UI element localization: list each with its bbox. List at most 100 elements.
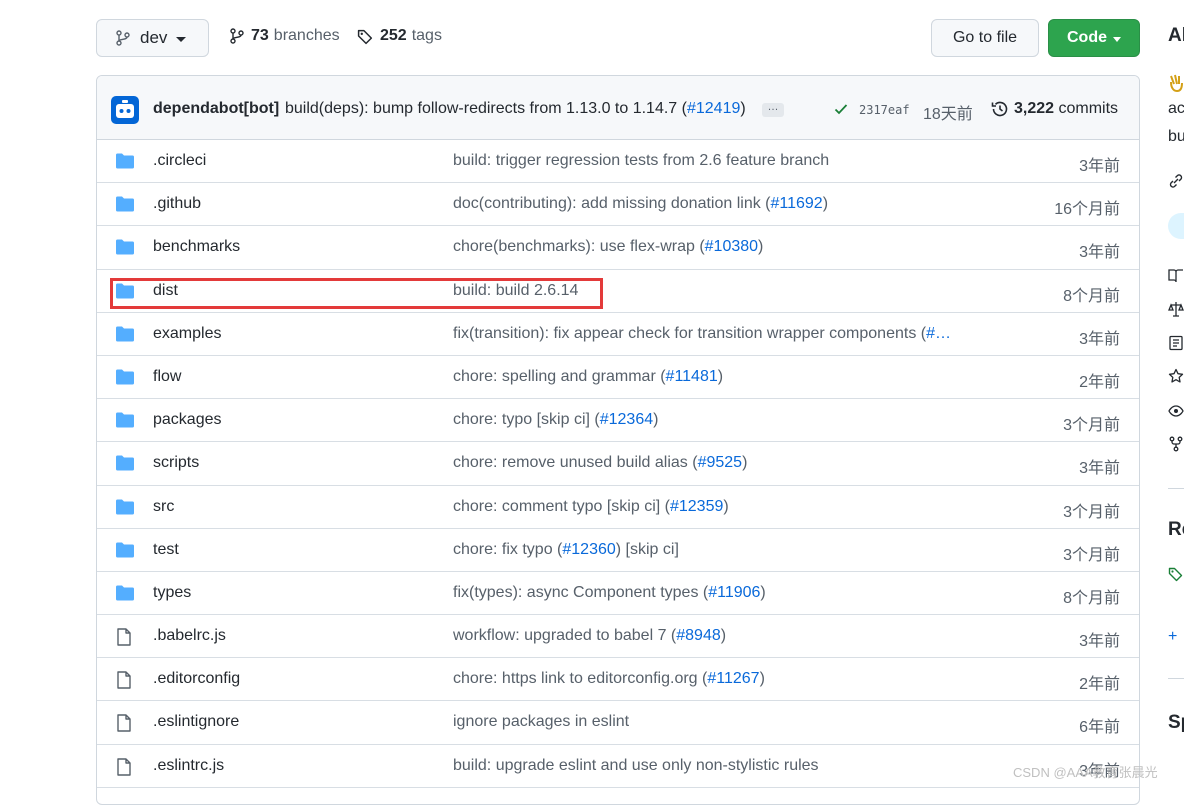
commits-label: commits bbox=[1058, 100, 1119, 117]
file-row: .github doc(contributing): add missing d… bbox=[97, 183, 1139, 227]
commits-link[interactable]: 3,222 commits bbox=[1014, 100, 1118, 118]
file-commit-message[interactable]: chore: fix typo (#12360) [skip ci] bbox=[453, 541, 679, 559]
tag-icon bbox=[1168, 567, 1183, 582]
folder-icon bbox=[116, 455, 134, 476]
file-name-link[interactable]: .babelrc.js bbox=[153, 627, 226, 645]
commits-count: 3,222 bbox=[1014, 100, 1055, 117]
code-button[interactable]: Code bbox=[1048, 19, 1140, 57]
file-name-link[interactable]: flow bbox=[153, 368, 181, 386]
file-commit-message-text: workflow: upgraded to babel 7 ( bbox=[453, 627, 677, 645]
file-name-link[interactable]: benchmarks bbox=[153, 238, 240, 256]
file-commit-pr-link[interactable]: #… bbox=[926, 325, 951, 342]
file-commit-message[interactable]: doc(contributing): add missing donation … bbox=[453, 195, 828, 213]
file-row: .circleci build: trigger regression test… bbox=[97, 140, 1139, 184]
star-icon[interactable] bbox=[1168, 368, 1184, 384]
about-heading: Al bbox=[1168, 25, 1184, 46]
file-commit-pr-link[interactable]: #11906 bbox=[708, 584, 760, 601]
file-name-link[interactable]: types bbox=[153, 584, 191, 602]
file-commit-pr-link[interactable]: #9525 bbox=[698, 454, 743, 471]
releases-heading[interactable]: Re bbox=[1168, 519, 1184, 541]
file-commit-message[interactable]: chore: comment typo [skip ci] (#12359) bbox=[453, 498, 729, 516]
file-name-link[interactable]: .editorconfig bbox=[153, 670, 240, 688]
file-commit-pr-link[interactable]: #10380 bbox=[705, 238, 758, 255]
code-label: Code bbox=[1067, 29, 1107, 46]
go-to-file-label: Go to file bbox=[952, 29, 1018, 46]
branch-select-button[interactable]: dev bbox=[96, 19, 209, 57]
file-commit-pr-link[interactable]: #12360 bbox=[562, 541, 615, 558]
file-name-link[interactable]: .circleci bbox=[153, 152, 206, 170]
branches-link[interactable]: 73 branches bbox=[229, 27, 340, 45]
file-commit-message[interactable]: ignore packages in eslint bbox=[453, 713, 629, 731]
file-commit-age: 3个月前 bbox=[1063, 417, 1120, 435]
file-row: .eslintignore ignore packages in eslint … bbox=[97, 701, 1139, 745]
file-icon bbox=[116, 757, 132, 781]
file-row: src chore: comment typo [skip ci] (#1235… bbox=[97, 486, 1139, 529]
file-browser: dependabot[bot] build(deps): bump follow… bbox=[96, 75, 1140, 805]
file-name-link[interactable]: examples bbox=[153, 325, 221, 343]
file-name-link[interactable]: packages bbox=[153, 411, 222, 429]
more-releases-link[interactable]: + bbox=[1168, 628, 1177, 646]
check-icon[interactable] bbox=[833, 101, 849, 117]
commit-message[interactable]: build(deps): bump follow-redirects from … bbox=[285, 100, 746, 118]
commit-pr-link[interactable]: #12419 bbox=[687, 100, 740, 117]
branch-icon bbox=[116, 30, 130, 46]
commit-sha-link[interactable]: 2317eaf bbox=[859, 103, 910, 117]
fork-icon[interactable] bbox=[1168, 436, 1184, 452]
file-name-link[interactable]: .eslintrc.js bbox=[153, 757, 224, 775]
file-row: packages chore: typo [skip ci] (#12364) … bbox=[97, 399, 1139, 443]
file-commit-message-suffix: ) bbox=[822, 195, 829, 213]
folder-icon bbox=[116, 153, 134, 174]
file-commit-age: 3年前 bbox=[1079, 158, 1120, 175]
file-commit-message[interactable]: chore: https link to editorconfig.org (#… bbox=[453, 670, 765, 688]
topic-tag[interactable] bbox=[1168, 213, 1184, 239]
file-commit-message-suffix: ) bbox=[758, 238, 764, 256]
file-commit-message[interactable]: chore: remove unused build alias (#9525) bbox=[453, 454, 747, 472]
file-name-link[interactable]: scripts bbox=[153, 454, 199, 472]
file-commit-message[interactable]: build: upgrade eslint and use only non-s… bbox=[453, 757, 819, 775]
file-commit-message[interactable]: chore(benchmarks): use flex-wrap (#10380… bbox=[453, 238, 763, 256]
go-to-file-button[interactable]: Go to file bbox=[931, 19, 1039, 57]
file-commit-pr-link[interactable]: #11481 bbox=[666, 368, 718, 385]
book-icon bbox=[1168, 269, 1183, 283]
file-commit-pr-link[interactable]: #8948 bbox=[676, 627, 721, 644]
file-commit-message[interactable]: build: trigger regression tests from 2.6… bbox=[453, 152, 829, 170]
file-name-link[interactable]: test bbox=[153, 541, 179, 559]
folder-icon bbox=[116, 239, 134, 260]
file-commit-message[interactable]: chore: typo [skip ci] (#12364) bbox=[453, 411, 658, 429]
eye-icon[interactable] bbox=[1168, 403, 1184, 419]
file-list: .circleci build: trigger regression test… bbox=[97, 140, 1139, 788]
file-commit-message[interactable]: workflow: upgraded to babel 7 (#8948) bbox=[453, 627, 726, 645]
commit-expand-button[interactable]: … bbox=[762, 102, 784, 117]
file-commit-age: 8个月前 bbox=[1063, 287, 1120, 305]
file-name-link[interactable]: .github bbox=[153, 195, 201, 213]
file-commit-message[interactable]: fix(types): async Component types (#1190… bbox=[453, 584, 766, 602]
code-of-conduct-icon bbox=[1169, 335, 1183, 351]
file-commit-age: 8个月前 bbox=[1063, 589, 1120, 607]
file-commit-message[interactable]: chore: spelling and grammar (#11481) bbox=[453, 368, 723, 386]
file-commit-pr-link[interactable]: #12359 bbox=[670, 498, 723, 515]
file-commit-message-suffix: ) bbox=[653, 411, 659, 429]
file-row: scripts chore: remove unused build alias… bbox=[97, 442, 1139, 486]
file-commit-age: 16个月前 bbox=[1054, 201, 1120, 219]
file-commit-pr-link[interactable]: #11692 bbox=[771, 195, 823, 212]
file-commit-age: 3个月前 bbox=[1063, 503, 1120, 521]
file-commit-age: 3年前 bbox=[1079, 460, 1120, 478]
dependabot-avatar[interactable] bbox=[111, 96, 139, 124]
file-name-link[interactable]: .eslintignore bbox=[153, 713, 239, 731]
tags-count: 252 bbox=[380, 27, 407, 44]
file-commit-message-text: build: upgrade eslint and use only non-s… bbox=[453, 756, 819, 774]
file-icon bbox=[116, 714, 132, 737]
file-commit-message[interactable]: fix(transition): fix appear check for tr… bbox=[453, 325, 951, 343]
commit-time: 18天前 bbox=[923, 106, 973, 123]
tags-link[interactable]: 252 tags bbox=[357, 27, 442, 45]
tag-icon bbox=[357, 29, 373, 44]
file-row: .babelrc.js workflow: upgraded to babel … bbox=[97, 615, 1139, 659]
file-commit-pr-link[interactable]: #11267 bbox=[707, 670, 759, 687]
file-commit-pr-link[interactable]: #12364 bbox=[600, 411, 653, 428]
file-commit-message-text: chore: typo [skip ci] ( bbox=[453, 411, 600, 429]
watermark: CSDN @AAA教育张晨光 bbox=[1013, 765, 1158, 780]
link-icon[interactable] bbox=[1168, 173, 1184, 189]
commit-author-link[interactable]: dependabot[bot] bbox=[153, 100, 279, 118]
file-name-link[interactable]: src bbox=[153, 498, 174, 516]
file-commit-message-text: doc(contributing): add missing donation … bbox=[453, 195, 771, 213]
